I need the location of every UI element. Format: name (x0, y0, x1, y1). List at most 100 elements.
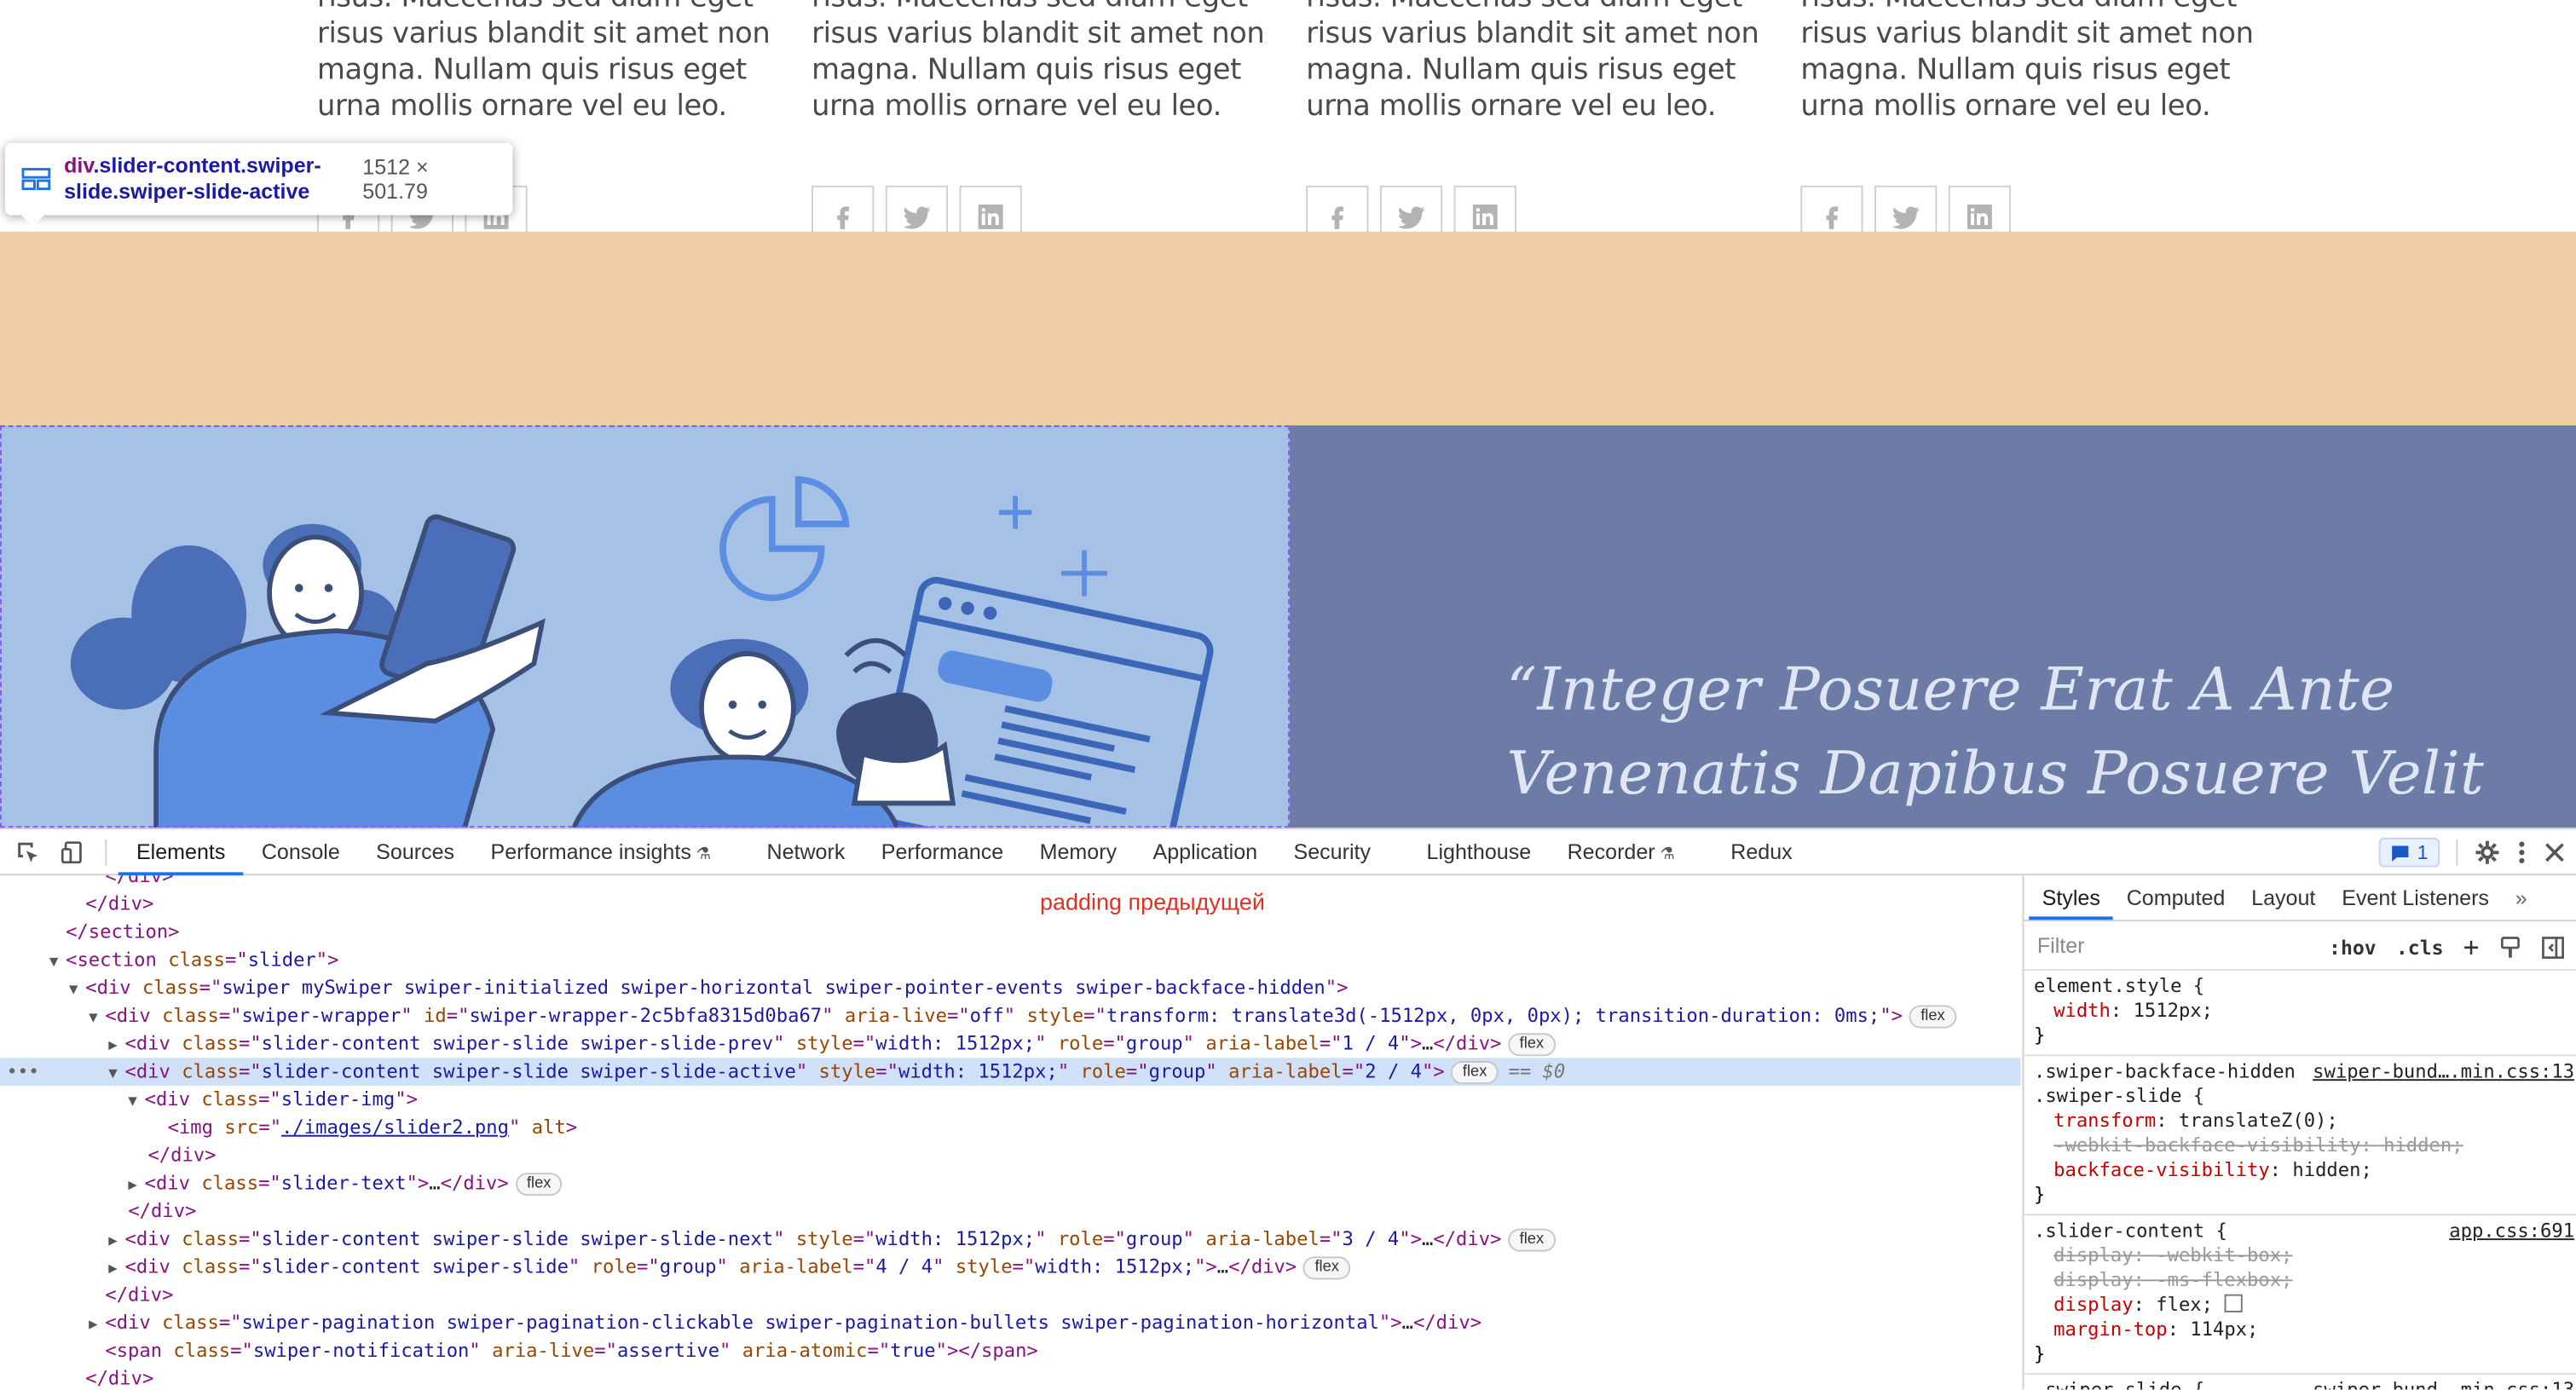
dom-line-img[interactable]: <img src="./images/slider2.png" alt> (0, 1114, 2021, 1142)
dom-line-section[interactable]: ▼ <section class="slider"> (0, 946, 2021, 974)
screen: risus. Maecenas sed diam eget risus vari… (0, 0, 2576, 1390)
tab-network[interactable]: Network (748, 829, 863, 875)
dom-line-wrapper[interactable]: ▼ <div class="swiper-wrapper" id="swiper-… (0, 1002, 2021, 1030)
inspect-tooltip: div.slider-content.swiper-slide.swiper-s… (4, 142, 513, 227)
inspect-element-icon[interactable] (14, 839, 41, 866)
toolbar-divider (105, 839, 107, 866)
paint-brush-icon[interactable] (2498, 936, 2521, 959)
tab-lighthouse[interactable]: Lighthouse (1408, 829, 1549, 875)
tab-console[interactable]: Console (244, 829, 358, 875)
plus-icon[interactable]: + (2463, 931, 2480, 963)
attr-value: transform: translate3d(-1512px, 0px, 0px… (1106, 1003, 1880, 1027)
tooltip-tag: div (64, 153, 94, 178)
more-tabs-chevron-icon[interactable]: » (2502, 875, 2540, 920)
styles-filter-row: Filter :hov .cls + (2024, 921, 2576, 972)
style-declaration[interactable]: display: flex; (2034, 1293, 2567, 1318)
expand-triangle-icon[interactable]: ▼ (69, 978, 85, 1006)
dom-line-slide-active[interactable]: ••• ▼ <div class="slider-content swiper-s… (0, 1058, 2021, 1086)
dom-line[interactable]: </div> (0, 1197, 2021, 1226)
collapsed-ellipsis[interactable]: … (429, 1171, 440, 1194)
tab-application[interactable]: Application (1135, 829, 1275, 875)
flex-editor-icon[interactable] (2224, 1294, 2243, 1312)
expand-triangle-icon[interactable]: ▶ (108, 1229, 124, 1257)
img-src-link[interactable]: ./images/slider2.png (281, 1116, 509, 1139)
dom-line-notification[interactable]: <span class="swiper-notification" aria-l… (0, 1337, 2021, 1365)
style-declaration[interactable]: margin-top: 114px; (2034, 1318, 2567, 1342)
hov-toggle[interactable]: :hov (2329, 936, 2377, 959)
expand-triangle-icon[interactable]: ▶ (108, 1256, 124, 1284)
expand-triangle-icon[interactable]: ▼ (108, 1061, 124, 1089)
style-declaration[interactable]: backface-visibility: hidden; (2034, 1158, 2567, 1183)
expand-triangle-icon[interactable]: ▶ (89, 1312, 105, 1341)
device-toggle-icon[interactable] (61, 839, 87, 866)
flex-badge[interactable]: flex (1302, 1256, 1351, 1280)
style-rule-swiper-slide[interactable]: swiper-bund….min.css:13 .swiper-slide { (2024, 1375, 2576, 1389)
flex-badge[interactable]: flex (1508, 1033, 1556, 1057)
tab-performance[interactable]: Performance (863, 829, 1022, 875)
flex-container-icon (21, 168, 51, 191)
style-declaration-overridden[interactable]: display: -webkit-box; (2034, 1243, 2567, 1268)
tab-elements[interactable]: Elements (118, 829, 244, 876)
collapsed-ellipsis[interactable]: … (1422, 1227, 1433, 1250)
flex-badge[interactable]: flex (1451, 1061, 1499, 1085)
expand-triangle-icon[interactable]: ▶ (128, 1173, 144, 1201)
dom-line[interactable]: </div> (0, 1141, 2021, 1169)
more-horizontal-icon[interactable]: ••• (7, 1058, 39, 1086)
tab-security[interactable]: Security (1275, 829, 1389, 875)
tab-event-listeners[interactable]: Event Listeners (2329, 875, 2503, 920)
tab-performance-insights[interactable]: Performance insights ⚗ (472, 829, 729, 875)
dom-line[interactable]: </section> (0, 918, 2021, 946)
dom-line-pagination[interactable]: ▶ <div class="swiper-pagination swiper-pa… (0, 1309, 2021, 1337)
expand-triangle-icon[interactable]: ▼ (89, 1006, 105, 1034)
sidebar-toggle-icon[interactable] (2542, 936, 2565, 959)
style-rule-backface[interactable]: swiper-bund….min.css:13 .swiper-backface… (2024, 1056, 2576, 1216)
flex-badge[interactable]: flex (1508, 1228, 1556, 1252)
expand-triangle-icon[interactable]: ▶ (108, 1033, 124, 1061)
attr-value: group (1125, 1226, 1183, 1250)
expand-triangle-icon[interactable]: ▼ (49, 949, 66, 978)
attr-value: slider-content swiper-slide swiper-slide… (261, 1059, 796, 1083)
dom-line[interactable]: </div> (0, 891, 2021, 919)
dom-line-slider-img[interactable]: ▼ <div class="slider-img"> (0, 1086, 2021, 1114)
collapsed-ellipsis[interactable]: … (1402, 1311, 1413, 1334)
tab-layout[interactable]: Layout (2238, 875, 2329, 920)
dom-line-swiper[interactable]: ▼ <div class="swiper mySwiper swiper-init… (0, 974, 2021, 1002)
rule-source-link[interactable]: swiper-bund….min.css:13 (2313, 1059, 2574, 1084)
style-declaration-overridden[interactable]: -webkit-backface-visibility: hidden; (2034, 1133, 2567, 1158)
dom-line-slide-next[interactable]: ▶ <div class="slider-content swiper-slide… (0, 1226, 2021, 1254)
tab-redux[interactable]: Redux (1713, 829, 1811, 875)
tab-recorder[interactable]: Recorder ⚗ (1549, 829, 1693, 875)
tab-styles[interactable]: Styles (2029, 875, 2114, 920)
dom-line[interactable]: </div> (0, 1365, 2021, 1390)
rule-source-link[interactable]: swiper-bund….min.css:13 (2313, 1378, 2574, 1389)
tab-sources[interactable]: Sources (358, 829, 472, 875)
facebook-icon (1331, 206, 1344, 229)
close-icon[interactable] (2543, 841, 2566, 864)
rule-source-link[interactable]: app.css:691 (2449, 1219, 2574, 1243)
gear-icon[interactable] (2475, 839, 2501, 866)
collapsed-ellipsis[interactable]: … (1217, 1254, 1228, 1278)
more-vertical-icon[interactable] (2517, 839, 2527, 866)
style-declaration[interactable]: width: 1512px; (2034, 999, 2567, 1024)
dom-line-slide-prev[interactable]: ▶ <div class="slider-content swiper-slide… (0, 1030, 2021, 1058)
messages-badge[interactable]: 1 (2379, 837, 2440, 868)
dom-line-slide-last[interactable]: ▶ <div class="slider-content swiper-slide… (0, 1254, 2021, 1282)
style-declaration[interactable]: transform: translateZ(0); (2034, 1109, 2567, 1133)
flex-badge[interactable]: flex (1909, 1005, 1957, 1029)
dom-line[interactable]: </div> (0, 875, 2021, 890)
cls-toggle[interactable]: .cls (2396, 936, 2444, 959)
tab-computed[interactable]: Computed (2113, 875, 2238, 920)
slider-illustration (70, 476, 1214, 828)
styles-filter-input[interactable]: Filter (2030, 928, 2303, 962)
style-declaration-overridden[interactable]: display: -ms-flexbox; (2034, 1268, 2567, 1293)
twitter-icon (1892, 206, 1920, 229)
flex-badge[interactable]: flex (515, 1173, 563, 1197)
collapsed-ellipsis[interactable]: … (1422, 1031, 1433, 1054)
tab-memory[interactable]: Memory (1021, 829, 1135, 875)
tooltip-element-name: div.slider-content.swiper-slide.swiper-s… (64, 153, 346, 205)
style-rule-slider-content[interactable]: app.css:691 .slider-content { display: -… (2024, 1215, 2576, 1376)
expand-triangle-icon[interactable]: ▼ (128, 1089, 144, 1117)
style-rule-element[interactable]: element.style { width: 1512px; } (2024, 971, 2576, 1057)
dom-line[interactable]: </div> (0, 1281, 2021, 1309)
dom-line-slider-text[interactable]: ▶ <div class="slider-text">…</div> flex (0, 1169, 2021, 1197)
